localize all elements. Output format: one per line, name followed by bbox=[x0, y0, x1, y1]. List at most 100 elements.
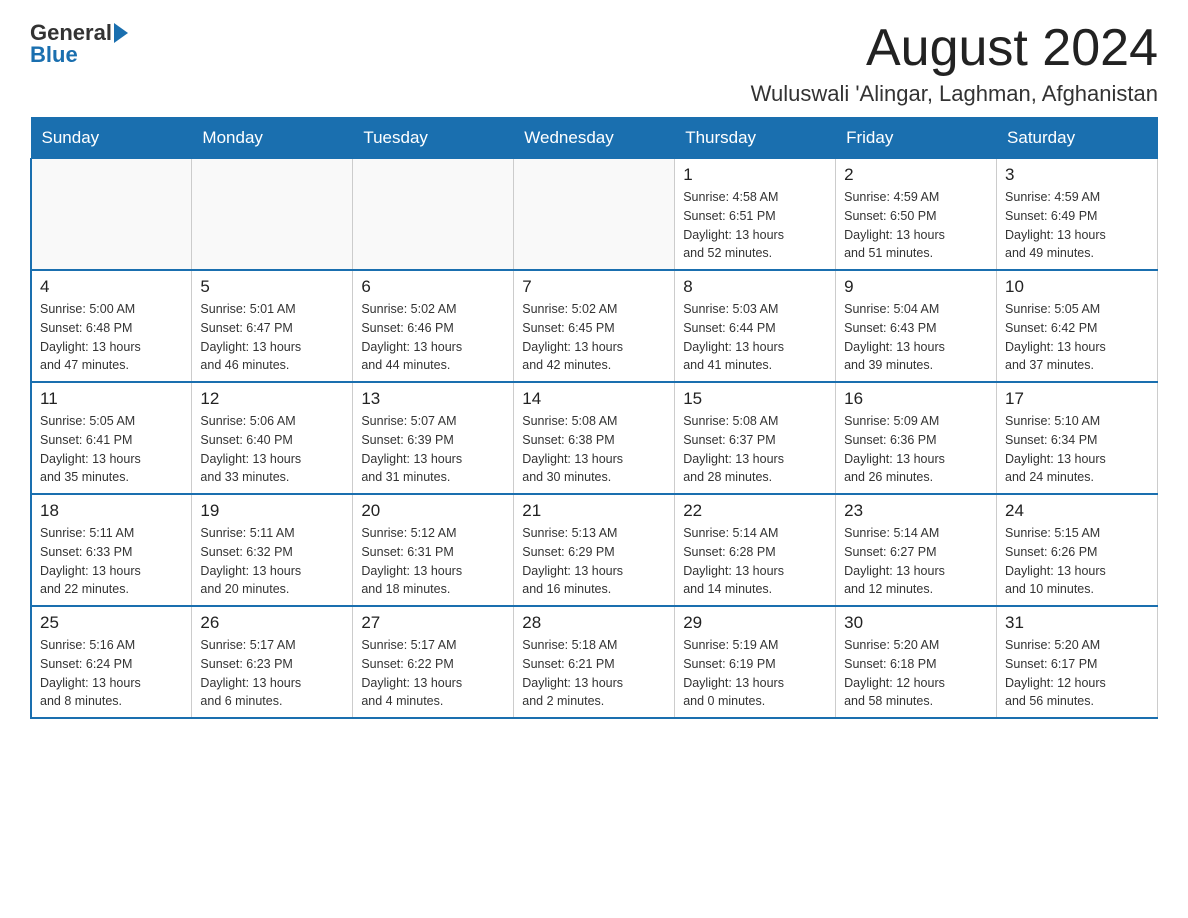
day-number: 14 bbox=[522, 389, 666, 409]
day-number: 10 bbox=[1005, 277, 1149, 297]
calendar-cell: 21 Sunrise: 5:13 AM Sunset: 6:29 PM Dayli… bbox=[514, 494, 675, 606]
calendar-cell bbox=[353, 159, 514, 271]
title-area: August 2024 Wuluswali 'Alingar, Laghman,… bbox=[751, 20, 1158, 107]
day-number: 5 bbox=[200, 277, 344, 297]
day-number: 7 bbox=[522, 277, 666, 297]
calendar-table: SundayMondayTuesdayWednesdayThursdayFrid… bbox=[30, 117, 1158, 719]
col-header-tuesday: Tuesday bbox=[353, 118, 514, 159]
day-number: 19 bbox=[200, 501, 344, 521]
calendar-cell: 29Sunrise: 5:19 AM Sunset: 6:19 PM Dayli… bbox=[675, 606, 836, 718]
day-number: 26 bbox=[200, 613, 344, 633]
day-info: Sunrise: 5:08 AM Sunset: 6:37 PM Dayligh… bbox=[683, 412, 827, 487]
day-number: 20 bbox=[361, 501, 505, 521]
day-info: Sunrise: 5:01 AM Sunset: 6:47 PM Dayligh… bbox=[200, 300, 344, 375]
day-info: Sunrise: 5:14 AM Sunset: 6:27 PM Dayligh… bbox=[844, 524, 988, 599]
day-info: Sunrise: 5:04 AM Sunset: 6:43 PM Dayligh… bbox=[844, 300, 988, 375]
calendar-cell: 24Sunrise: 5:15 AM Sunset: 6:26 PM Dayli… bbox=[997, 494, 1158, 606]
day-info: Sunrise: 4:59 AM Sunset: 6:49 PM Dayligh… bbox=[1005, 188, 1149, 263]
month-title: August 2024 bbox=[751, 20, 1158, 77]
day-number: 4 bbox=[40, 277, 183, 297]
day-number: 31 bbox=[1005, 613, 1149, 633]
calendar-cell bbox=[192, 159, 353, 271]
location-title: Wuluswali 'Alingar, Laghman, Afghanistan bbox=[751, 81, 1158, 107]
day-info: Sunrise: 5:15 AM Sunset: 6:26 PM Dayligh… bbox=[1005, 524, 1149, 599]
week-row-3: 11 Sunrise: 5:05 AM Sunset: 6:41 PM Dayli… bbox=[31, 382, 1158, 494]
day-info: Sunrise: 5:06 AM Sunset: 6:40 PM Dayligh… bbox=[200, 412, 344, 487]
day-info: Sunrise: 5:20 AM Sunset: 6:17 PM Dayligh… bbox=[1005, 636, 1149, 711]
col-header-monday: Monday bbox=[192, 118, 353, 159]
calendar-cell: 20 Sunrise: 5:12 AM Sunset: 6:31 PM Dayli… bbox=[353, 494, 514, 606]
calendar-cell: 4 Sunrise: 5:00 AM Sunset: 6:48 PM Daylig… bbox=[31, 270, 192, 382]
day-info: Sunrise: 5:07 AM Sunset: 6:39 PM Dayligh… bbox=[361, 412, 505, 487]
day-info: Sunrise: 5:13 AM Sunset: 6:29 PM Dayligh… bbox=[522, 524, 666, 599]
calendar-cell: 30Sunrise: 5:20 AM Sunset: 6:18 PM Dayli… bbox=[836, 606, 997, 718]
day-info: Sunrise: 5:10 AM Sunset: 6:34 PM Dayligh… bbox=[1005, 412, 1149, 487]
day-info: Sunrise: 5:03 AM Sunset: 6:44 PM Dayligh… bbox=[683, 300, 827, 375]
day-number: 6 bbox=[361, 277, 505, 297]
week-row-2: 4 Sunrise: 5:00 AM Sunset: 6:48 PM Daylig… bbox=[31, 270, 1158, 382]
day-info: Sunrise: 5:05 AM Sunset: 6:42 PM Dayligh… bbox=[1005, 300, 1149, 375]
day-info: Sunrise: 5:00 AM Sunset: 6:48 PM Dayligh… bbox=[40, 300, 183, 375]
day-number: 23 bbox=[844, 501, 988, 521]
calendar-cell: 26 Sunrise: 5:17 AM Sunset: 6:23 PM Dayli… bbox=[192, 606, 353, 718]
calendar-cell: 5 Sunrise: 5:01 AM Sunset: 6:47 PM Daylig… bbox=[192, 270, 353, 382]
day-info: Sunrise: 5:09 AM Sunset: 6:36 PM Dayligh… bbox=[844, 412, 988, 487]
logo: General Blue bbox=[30, 20, 128, 68]
day-number: 1 bbox=[683, 165, 827, 185]
day-number: 21 bbox=[522, 501, 666, 521]
col-header-sunday: Sunday bbox=[31, 118, 192, 159]
day-number: 3 bbox=[1005, 165, 1149, 185]
day-number: 16 bbox=[844, 389, 988, 409]
day-number: 18 bbox=[40, 501, 183, 521]
day-number: 9 bbox=[844, 277, 988, 297]
calendar-cell: 8 Sunrise: 5:03 AM Sunset: 6:44 PM Daylig… bbox=[675, 270, 836, 382]
day-info: Sunrise: 5:02 AM Sunset: 6:45 PM Dayligh… bbox=[522, 300, 666, 375]
day-number: 11 bbox=[40, 389, 183, 409]
calendar-cell bbox=[514, 159, 675, 271]
calendar-cell: 19 Sunrise: 5:11 AM Sunset: 6:32 PM Dayli… bbox=[192, 494, 353, 606]
calendar-cell: 7 Sunrise: 5:02 AM Sunset: 6:45 PM Daylig… bbox=[514, 270, 675, 382]
day-info: Sunrise: 5:02 AM Sunset: 6:46 PM Dayligh… bbox=[361, 300, 505, 375]
day-info: Sunrise: 5:14 AM Sunset: 6:28 PM Dayligh… bbox=[683, 524, 827, 599]
col-header-friday: Friday bbox=[836, 118, 997, 159]
calendar-cell: 15Sunrise: 5:08 AM Sunset: 6:37 PM Dayli… bbox=[675, 382, 836, 494]
day-info: Sunrise: 4:58 AM Sunset: 6:51 PM Dayligh… bbox=[683, 188, 827, 263]
day-info: Sunrise: 5:18 AM Sunset: 6:21 PM Dayligh… bbox=[522, 636, 666, 711]
day-number: 25 bbox=[40, 613, 183, 633]
calendar-cell: 13Sunrise: 5:07 AM Sunset: 6:39 PM Dayli… bbox=[353, 382, 514, 494]
day-info: Sunrise: 5:17 AM Sunset: 6:23 PM Dayligh… bbox=[200, 636, 344, 711]
day-number: 27 bbox=[361, 613, 505, 633]
week-row-1: 1 Sunrise: 4:58 AM Sunset: 6:51 PM Daylig… bbox=[31, 159, 1158, 271]
calendar-cell: 23 Sunrise: 5:14 AM Sunset: 6:27 PM Dayli… bbox=[836, 494, 997, 606]
day-info: Sunrise: 5:12 AM Sunset: 6:31 PM Dayligh… bbox=[361, 524, 505, 599]
calendar-cell: 28Sunrise: 5:18 AM Sunset: 6:21 PM Dayli… bbox=[514, 606, 675, 718]
day-number: 12 bbox=[200, 389, 344, 409]
logo-blue: Blue bbox=[30, 42, 78, 68]
day-info: Sunrise: 5:11 AM Sunset: 6:32 PM Dayligh… bbox=[200, 524, 344, 599]
week-row-4: 18Sunrise: 5:11 AM Sunset: 6:33 PM Dayli… bbox=[31, 494, 1158, 606]
calendar-cell: 22 Sunrise: 5:14 AM Sunset: 6:28 PM Dayli… bbox=[675, 494, 836, 606]
calendar-cell bbox=[31, 159, 192, 271]
day-info: Sunrise: 5:05 AM Sunset: 6:41 PM Dayligh… bbox=[40, 412, 183, 487]
day-info: Sunrise: 5:16 AM Sunset: 6:24 PM Dayligh… bbox=[40, 636, 183, 711]
calendar-cell: 12 Sunrise: 5:06 AM Sunset: 6:40 PM Dayli… bbox=[192, 382, 353, 494]
day-number: 17 bbox=[1005, 389, 1149, 409]
calendar-cell: 1 Sunrise: 4:58 AM Sunset: 6:51 PM Daylig… bbox=[675, 159, 836, 271]
calendar-header-row: SundayMondayTuesdayWednesdayThursdayFrid… bbox=[31, 118, 1158, 159]
week-row-5: 25 Sunrise: 5:16 AM Sunset: 6:24 PM Dayli… bbox=[31, 606, 1158, 718]
calendar-cell: 9 Sunrise: 5:04 AM Sunset: 6:43 PM Daylig… bbox=[836, 270, 997, 382]
header: General Blue August 2024 Wuluswali 'Alin… bbox=[30, 20, 1158, 107]
day-number: 8 bbox=[683, 277, 827, 297]
calendar-cell: 25 Sunrise: 5:16 AM Sunset: 6:24 PM Dayli… bbox=[31, 606, 192, 718]
calendar-cell: 18Sunrise: 5:11 AM Sunset: 6:33 PM Dayli… bbox=[31, 494, 192, 606]
calendar-cell: 3 Sunrise: 4:59 AM Sunset: 6:49 PM Daylig… bbox=[997, 159, 1158, 271]
day-info: Sunrise: 4:59 AM Sunset: 6:50 PM Dayligh… bbox=[844, 188, 988, 263]
day-number: 29 bbox=[683, 613, 827, 633]
calendar-cell: 2Sunrise: 4:59 AM Sunset: 6:50 PM Daylig… bbox=[836, 159, 997, 271]
col-header-saturday: Saturday bbox=[997, 118, 1158, 159]
col-header-wednesday: Wednesday bbox=[514, 118, 675, 159]
day-number: 22 bbox=[683, 501, 827, 521]
calendar-cell: 31 Sunrise: 5:20 AM Sunset: 6:17 PM Dayli… bbox=[997, 606, 1158, 718]
calendar-cell: 11 Sunrise: 5:05 AM Sunset: 6:41 PM Dayli… bbox=[31, 382, 192, 494]
calendar-cell: 16 Sunrise: 5:09 AM Sunset: 6:36 PM Dayli… bbox=[836, 382, 997, 494]
